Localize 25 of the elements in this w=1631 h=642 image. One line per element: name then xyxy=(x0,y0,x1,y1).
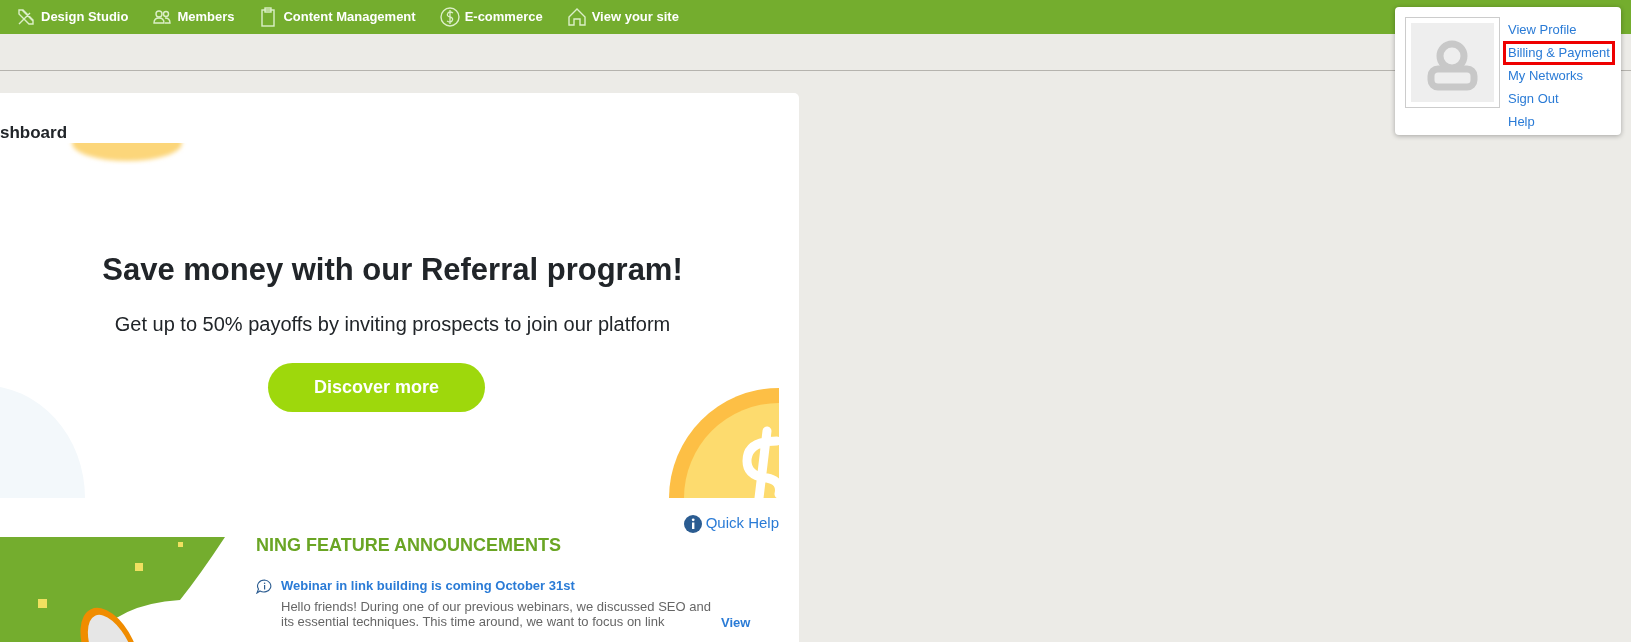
nav-link[interactable]: Design Studio xyxy=(16,7,129,27)
menu-item[interactable]: View Profile xyxy=(1503,18,1615,42)
menu-item[interactable]: My Networks xyxy=(1503,64,1615,88)
pencil-ruler-icon xyxy=(16,7,36,27)
quick-help-link[interactable]: Quick Help xyxy=(683,512,779,535)
nav-link[interactable]: E-commerce xyxy=(439,7,543,27)
nav-link[interactable]: Content Management xyxy=(258,7,416,27)
banner-heading: Save money with our Referral program! xyxy=(101,251,684,289)
announcements-title: NING FEATURE ANNOUNCEMENTS xyxy=(256,534,562,557)
nav-link[interactable]: View your site xyxy=(566,7,679,27)
menu-item[interactable]: Billing & Payment xyxy=(1503,41,1615,65)
dollar-icon xyxy=(439,7,460,27)
people-icon xyxy=(152,7,173,27)
menu-item[interactable]: Help xyxy=(1503,110,1615,134)
info-bubble-icon xyxy=(256,578,273,594)
menu-item[interactable]: Sign Out xyxy=(1503,87,1615,111)
announcement-link[interactable]: Webinar in link building is coming October 31st xyxy=(281,576,575,596)
house-icon xyxy=(566,7,587,27)
info-icon xyxy=(683,514,702,533)
view-link[interactable]: View xyxy=(721,613,751,633)
nav-link[interactable]: Members xyxy=(152,7,235,27)
page-title: shboard xyxy=(0,122,69,144)
banner-subheading: Get up to 50% payoffs by inviting prospects to join our platform xyxy=(113,311,672,337)
announcement-excerpt: Hello friends! During one of our previous webinars, we discussed SEO and its essential techniques. This time around, we want to focus on link xyxy=(281,599,711,629)
avatar-icon xyxy=(1411,23,1494,102)
